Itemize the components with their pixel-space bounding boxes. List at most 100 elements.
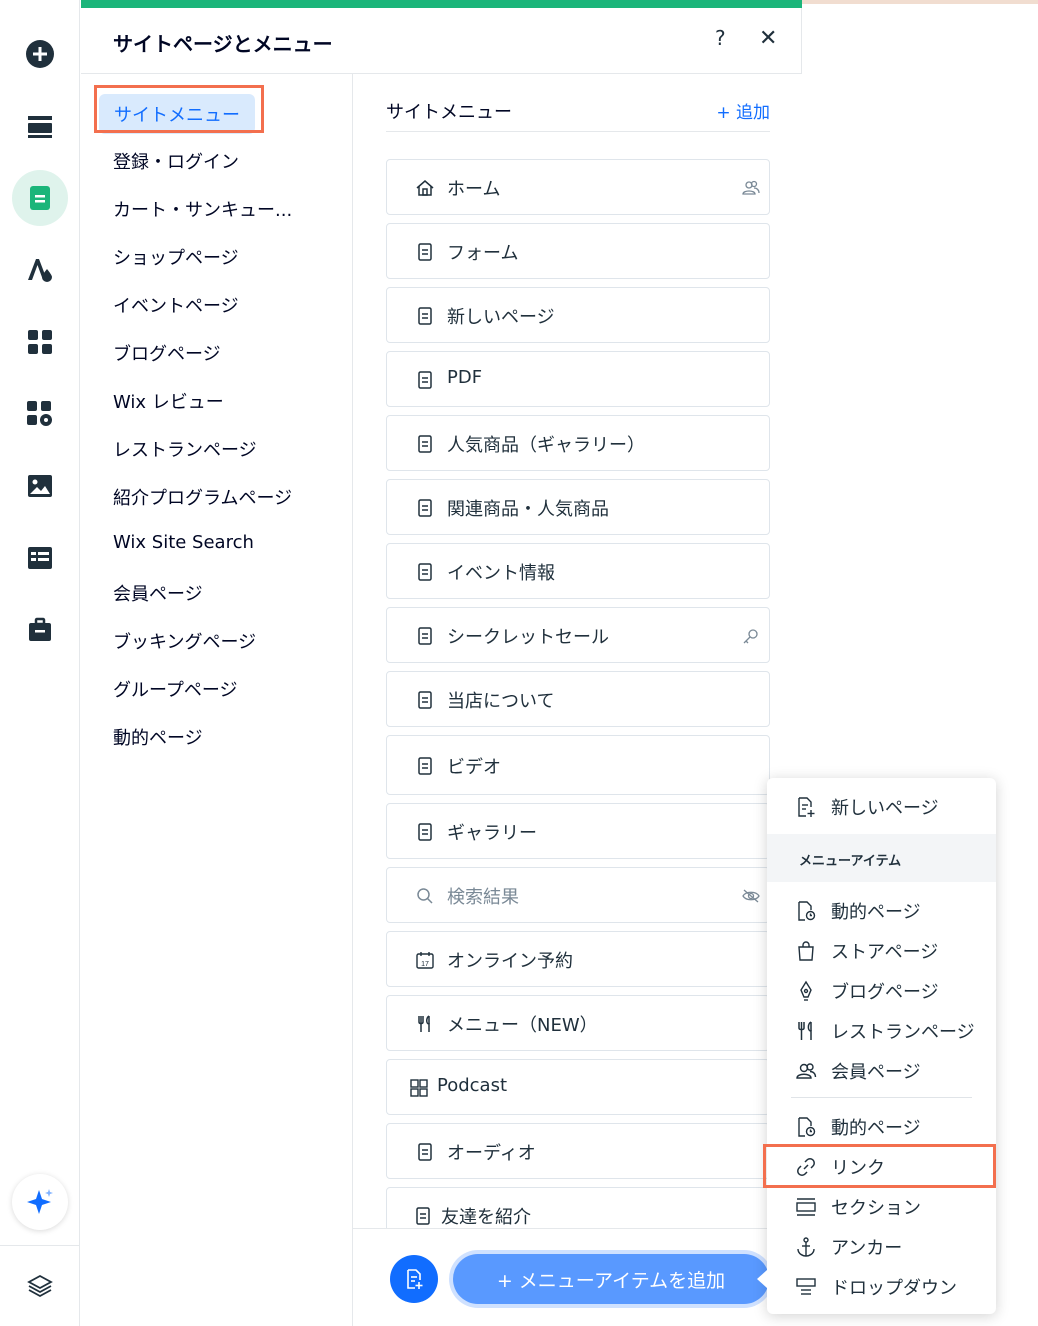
left-toolbar: [0, 0, 80, 1326]
dropdown-restaurant-page[interactable]: レストランページ: [767, 1010, 996, 1050]
add-page-button[interactable]: [390, 1255, 438, 1303]
add-menu-item-dropdown: 新しいページ メニューアイテム 動的ページ ストアページ ブログページ レストラ…: [767, 778, 996, 1314]
nav-item-groups[interactable]: グループページ: [113, 676, 238, 702]
dynamic-page-icon: [798, 1117, 816, 1137]
nav-item-reviews[interactable]: Wix レビュー: [113, 388, 224, 414]
page-icon: [418, 823, 432, 841]
grid-icon: [410, 1079, 428, 1097]
page-row-event-info[interactable]: イベント情報: [386, 543, 770, 599]
close-button[interactable]: ✕: [759, 26, 777, 51]
nav-item-members[interactable]: 会員ページ: [113, 580, 203, 606]
new-page-icon: [798, 797, 815, 817]
nav-item-restaurant[interactable]: レストランページ: [113, 436, 257, 462]
fork-knife-icon: [418, 1015, 430, 1032]
sections-icon[interactable]: [12, 98, 68, 154]
page-label: ビデオ: [447, 757, 501, 778]
page-row-related[interactable]: 関連商品・人気商品: [386, 479, 770, 535]
add-menu-item-button[interactable]: + メニューアイテムを追加: [453, 1254, 769, 1304]
page-icon: [418, 243, 432, 261]
ai-assistant-icon[interactable]: [12, 1174, 68, 1230]
dropdown-label: ブログページ: [831, 982, 939, 1003]
nav-item-dynamic[interactable]: 動的ページ: [113, 724, 203, 750]
dropdown-dropdown[interactable]: ドロップダウン: [767, 1266, 996, 1306]
dropdown-section[interactable]: セクション: [767, 1186, 996, 1226]
page-row-popular-gallery[interactable]: 人気商品（ギャラリー）: [386, 415, 770, 471]
dropdown-caret: [757, 1270, 767, 1288]
business-tools-icon[interactable]: [12, 386, 68, 442]
nav-item-shop[interactable]: ショップページ: [113, 244, 239, 270]
add-link[interactable]: + 追加: [716, 98, 770, 123]
pages-footer: + メニューアイテムを追加: [353, 1228, 802, 1326]
nav-item-signup[interactable]: 登録・ログイン: [113, 148, 239, 174]
nav-item-bookings[interactable]: ブッキングページ: [113, 628, 256, 654]
page-row-video[interactable]: ビデオ: [386, 735, 770, 795]
accent-bar: [81, 0, 802, 8]
panel-title: サイトページとメニュー: [113, 32, 333, 56]
nav-item-site-search[interactable]: Wix Site Search: [113, 532, 254, 553]
portfolio-icon[interactable]: [12, 602, 68, 658]
page-row-secret-sale[interactable]: シークレットセール: [386, 607, 770, 663]
cms-icon[interactable]: [12, 530, 68, 586]
page-row-about[interactable]: 当店について: [386, 671, 770, 727]
dropdown-label: アンカー: [831, 1238, 903, 1259]
page-row-gallery[interactable]: ギャラリー: [386, 803, 770, 859]
toolbar-divider: [0, 1245, 80, 1246]
page-label: メニュー（NEW）: [447, 1015, 598, 1036]
page-icon: [418, 435, 432, 453]
page-label: 人気商品（ギャラリー）: [447, 435, 645, 456]
page-icon: [418, 563, 432, 581]
key-icon: [743, 629, 758, 644]
page-icon: [418, 499, 432, 517]
page-label: オンライン予約: [447, 951, 573, 972]
page-row-online-booking[interactable]: 17 オンライン予約: [386, 931, 770, 987]
nav-item-blog[interactable]: ブログページ: [113, 340, 221, 366]
apps-icon[interactable]: [12, 314, 68, 370]
dropdown-label: ドロップダウン: [831, 1278, 957, 1299]
pages-icon[interactable]: [12, 170, 68, 226]
dropdown-dynamic-page[interactable]: 動的ページ: [767, 890, 996, 930]
page-row-menu-new[interactable]: メニュー（NEW）: [386, 995, 770, 1051]
page-row-home[interactable]: ホーム: [386, 159, 770, 215]
hidden-eye-icon: [742, 889, 760, 903]
dropdown-divider: [791, 1097, 972, 1098]
nav-item-referral[interactable]: 紹介プログラムページ: [113, 484, 292, 510]
shopping-bag-icon: [798, 941, 814, 961]
page-label: 検索結果: [447, 887, 519, 908]
page-row-podcast[interactable]: Podcast: [386, 1059, 770, 1115]
dropdown-members-page[interactable]: 会員ページ: [767, 1050, 996, 1090]
page-icon: [418, 307, 432, 325]
page-row-new-page[interactable]: 新しいページ: [386, 287, 770, 343]
page-row-audio[interactable]: オーディオ: [386, 1123, 770, 1179]
calendar-icon: 17: [416, 952, 434, 969]
dropdown-label: 新しいページ: [831, 798, 939, 819]
layers-icon[interactable]: [12, 1258, 68, 1314]
nav-item-cart[interactable]: カート・サンキュー...: [113, 196, 292, 222]
page-row-search-results[interactable]: 検索結果: [386, 867, 770, 923]
nav-item-events[interactable]: イベントページ: [113, 292, 239, 318]
page-label: PDF: [447, 367, 483, 388]
section-icon: [796, 1198, 816, 1216]
help-button[interactable]: ?: [715, 26, 726, 50]
dropdown-store-page[interactable]: ストアページ: [767, 930, 996, 970]
highlight-box-link: [763, 1144, 996, 1188]
page-row-pdf[interactable]: PDF: [386, 351, 770, 407]
dropdown-label: 動的ページ: [831, 902, 921, 923]
add-elements-icon[interactable]: [12, 26, 68, 82]
page-icon: [418, 371, 432, 389]
page-label: 友達を紹介: [441, 1207, 531, 1228]
dropdown-anchor[interactable]: アンカー: [767, 1226, 996, 1266]
members-icon: [742, 180, 760, 195]
dropdown-dynamic-page-2[interactable]: 動的ページ: [767, 1106, 996, 1146]
dropdown-label: 会員ページ: [831, 1062, 921, 1083]
pen-nib-icon: [800, 980, 812, 1001]
add-page-icon: [407, 1269, 423, 1289]
section-title: メニューアイテム: [799, 854, 902, 869]
dropdown-new-page[interactable]: 新しいページ: [767, 786, 996, 826]
fork-knife-icon: [798, 1021, 812, 1040]
dynamic-page-icon: [798, 901, 816, 921]
page-row-form[interactable]: フォーム: [386, 223, 770, 279]
dropdown-blog-page[interactable]: ブログページ: [767, 970, 996, 1010]
media-icon[interactable]: [12, 458, 68, 514]
page-label: フォーム: [447, 243, 519, 264]
design-icon[interactable]: [12, 242, 68, 298]
